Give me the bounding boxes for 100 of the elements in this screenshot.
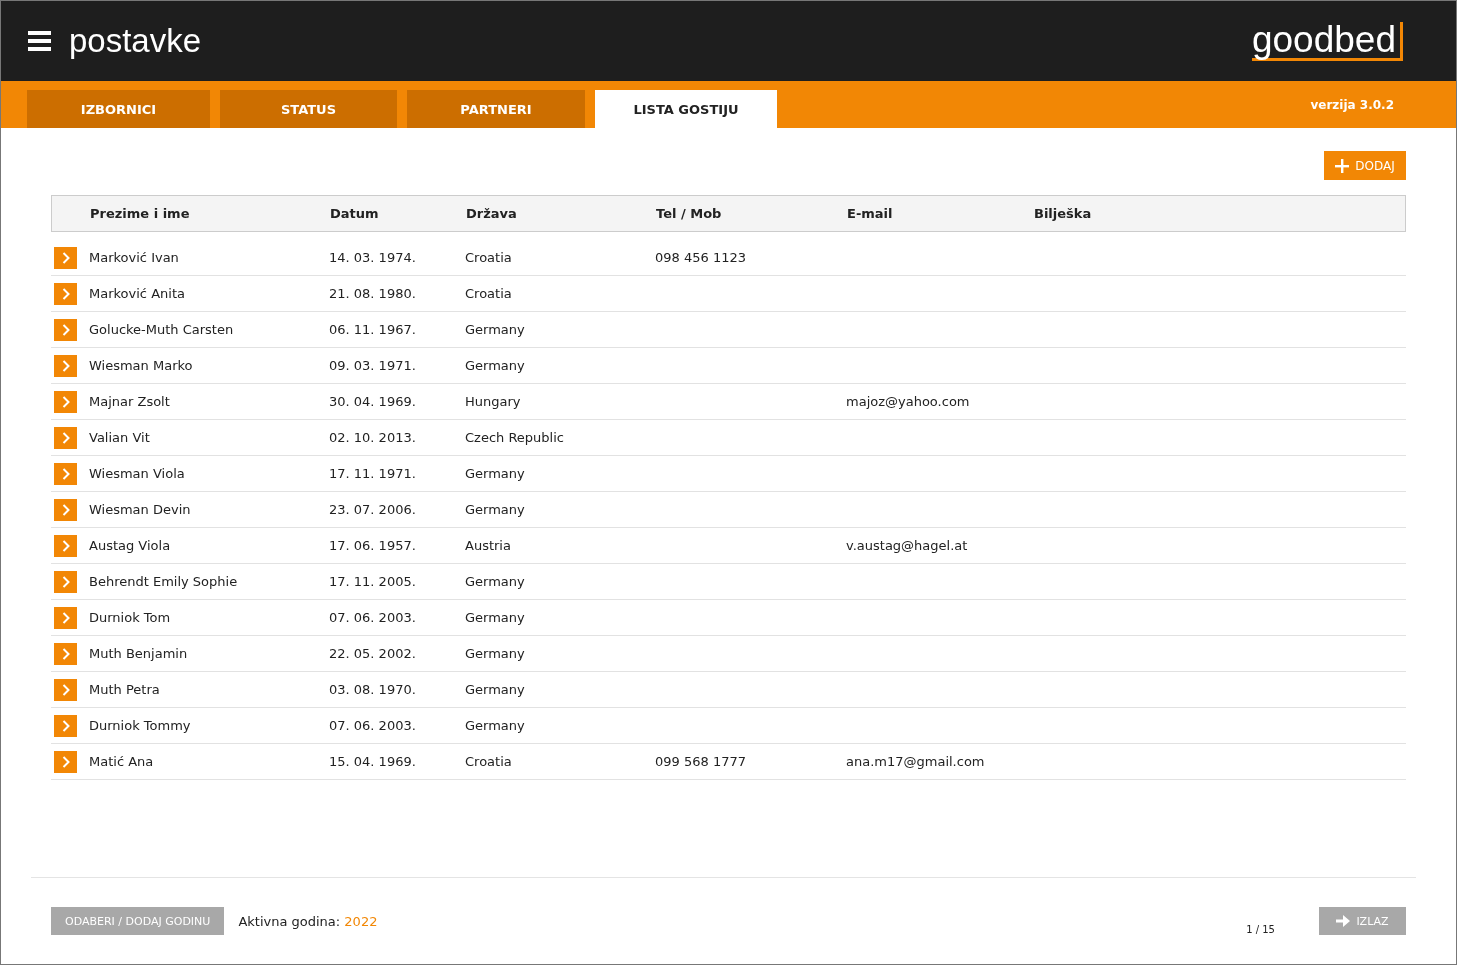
open-row-button[interactable] <box>54 462 77 485</box>
table-cell: Durniok Tommy <box>89 718 191 733</box>
table-cell: Germany <box>465 574 525 589</box>
chevron-right-icon <box>61 503 70 516</box>
column-header[interactable]: Prezime i ime <box>90 206 330 221</box>
table-cell: Golucke-Muth Carsten <box>89 322 234 337</box>
table-cell: majoz@yahoo.com <box>846 394 970 409</box>
table-cell: Germany <box>465 358 525 373</box>
chevron-right-icon <box>61 611 70 624</box>
chevron-right-icon <box>61 539 70 552</box>
column-header[interactable]: Datum <box>330 206 466 221</box>
column-header[interactable]: Država <box>466 206 656 221</box>
table-cell: Germany <box>465 718 525 733</box>
chevron-right-icon <box>61 647 70 660</box>
table-cell: 21. 08. 1980. <box>329 286 416 301</box>
open-row-button[interactable] <box>54 642 77 665</box>
open-row-button[interactable] <box>54 534 77 557</box>
chevron-right-icon <box>61 755 70 768</box>
table-cell: Muth Benjamin <box>89 646 188 661</box>
active-year-value: 2022 <box>344 913 378 929</box>
open-row-button[interactable] <box>54 606 77 629</box>
chevron-right-icon <box>61 467 70 480</box>
table-cell: v.austag@hagel.at <box>846 538 968 553</box>
table-cell: Croatia <box>465 286 512 301</box>
table-cell: Germany <box>465 322 525 337</box>
page-title: postavke <box>69 22 202 60</box>
table-cell: Durniok Tom <box>89 610 171 625</box>
table-cell: 17. 06. 1957. <box>329 538 416 553</box>
table-cell: 15. 04. 1969. <box>329 754 416 769</box>
table-cell: 03. 08. 1970. <box>329 682 416 697</box>
table-cell: Germany <box>465 610 525 625</box>
tab[interactable]: LISTA GOSTIJU <box>595 90 777 128</box>
open-row-button[interactable] <box>54 750 77 773</box>
open-row-button[interactable] <box>54 318 77 341</box>
table-cell: Wiesman Viola <box>89 466 185 481</box>
table-cell: Valian Vit <box>89 430 150 445</box>
version-label: verzija 3.0.2 <box>1310 97 1394 112</box>
table-cell: 02. 10. 2013. <box>329 430 416 445</box>
table-cell: Austria <box>465 538 511 553</box>
open-row-button[interactable] <box>54 390 77 413</box>
chevron-right-icon <box>61 575 70 588</box>
table-cell: Hungary <box>465 394 521 409</box>
table-cell: Germany <box>465 646 525 661</box>
table-cell: Marković Anita <box>89 286 185 301</box>
table-cell: 30. 04. 1969. <box>329 394 416 409</box>
table-cell: Germany <box>465 502 525 517</box>
column-header[interactable]: Bilješka <box>1034 206 1405 221</box>
table-cell: 09. 03. 1971. <box>329 358 416 373</box>
chevron-right-icon <box>61 431 70 444</box>
chevron-right-icon <box>61 287 70 300</box>
table-cell: Croatia <box>465 250 512 265</box>
table-cell: 17. 11. 1971. <box>329 466 416 481</box>
plus-icon <box>1335 158 1350 173</box>
table-cell: Majnar Zsolt <box>89 394 170 409</box>
chevron-right-icon <box>61 359 70 372</box>
table-cell: 17. 11. 2005. <box>329 574 416 589</box>
table-cell: 23. 07. 2006. <box>329 502 416 517</box>
open-row-button[interactable] <box>54 678 77 701</box>
table-cell: 06. 11. 1967. <box>329 322 416 337</box>
active-year-label: Aktivna godina: <box>238 913 342 929</box>
open-row-button[interactable] <box>54 354 77 377</box>
table-cell: Germany <box>465 466 525 481</box>
table-cell: Matić Ana <box>89 754 154 769</box>
chevron-right-icon <box>61 719 70 732</box>
open-row-button[interactable] <box>54 282 77 305</box>
table-cell: 07. 06. 2003. <box>329 610 416 625</box>
table-cell: Germany <box>465 682 525 697</box>
open-row-button[interactable] <box>54 246 77 269</box>
chevron-right-icon <box>61 323 70 336</box>
table-cell: 14. 03. 1974. <box>329 250 416 265</box>
table-cell: 099 568 1777 <box>655 754 746 769</box>
menu-icon <box>28 31 51 51</box>
chevron-right-icon <box>61 251 70 264</box>
open-row-button[interactable] <box>54 426 77 449</box>
table-cell: Muth Petra <box>89 682 160 697</box>
table-cell: Austag Viola <box>89 538 171 553</box>
menu-button[interactable] <box>28 31 51 51</box>
chevron-right-icon <box>61 395 70 408</box>
tab[interactable]: STATUS <box>220 90 397 128</box>
open-row-button[interactable] <box>54 570 77 593</box>
table-cell: Marković Ivan <box>89 250 179 265</box>
table-cell: 22. 05. 2002. <box>329 646 416 661</box>
table-cell: Wiesman Marko <box>89 358 193 373</box>
tab[interactable]: PARTNERI <box>407 90 585 128</box>
table-cell: Croatia <box>465 754 512 769</box>
open-row-button[interactable] <box>54 714 77 737</box>
column-header[interactable]: E-mail <box>847 206 1034 221</box>
table-cell: 098 456 1123 <box>655 250 746 265</box>
table-cell: Czech Republic <box>465 430 564 445</box>
table-cell: Wiesman Devin <box>89 502 191 517</box>
table-cell: 07. 06. 2003. <box>329 718 416 733</box>
open-row-button[interactable] <box>54 498 77 521</box>
table-cell: Behrendt Emily Sophie <box>89 574 238 589</box>
chevron-right-icon <box>61 683 70 696</box>
page-indicator: 1 / 15 <box>1246 923 1275 935</box>
tab[interactable]: IZBORNICI <box>27 90 210 128</box>
logo: goodbed <box>1251 21 1403 61</box>
column-header[interactable]: Tel / Mob <box>656 206 847 221</box>
table-cell: ana.m17@gmail.com <box>846 754 985 769</box>
arrow-right-icon <box>1336 915 1351 927</box>
